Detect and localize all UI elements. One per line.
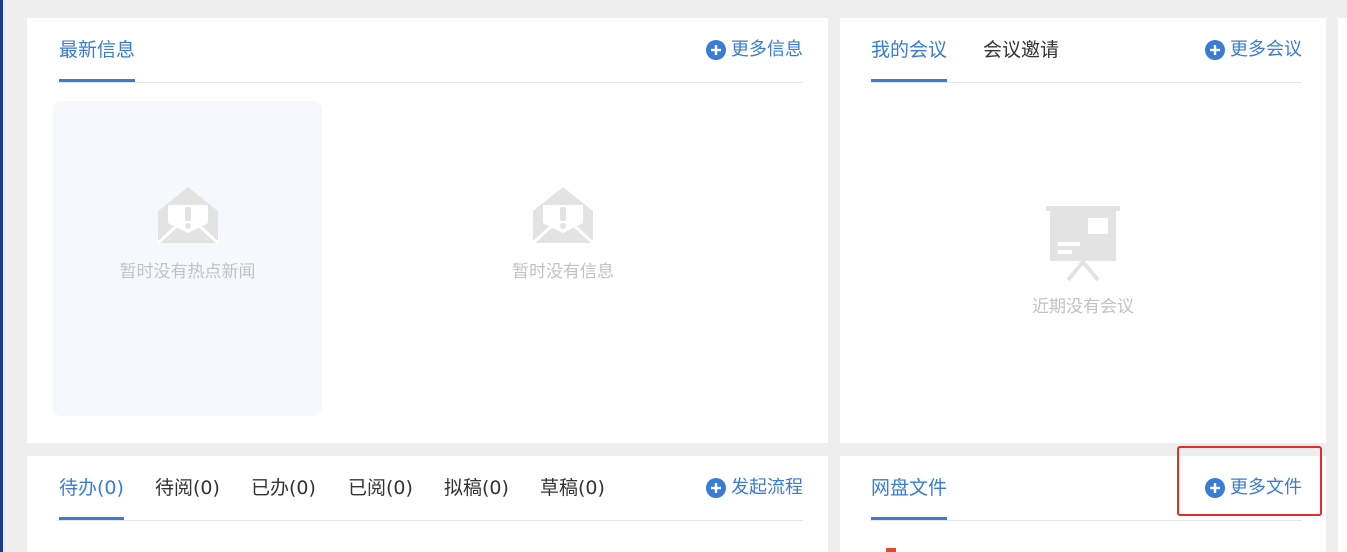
meeting-empty-state: 近期没有会议 [1010, 204, 1156, 317]
tab-todo[interactable]: 待办(0) [59, 474, 124, 520]
envelope-alert-icon [156, 187, 220, 251]
envelope-alert-icon [531, 187, 595, 251]
next-column-edge [1338, 18, 1347, 552]
plus-circle-icon [706, 40, 726, 60]
hot-news-empty-text: 暂时没有热点新闻 [119, 262, 256, 282]
window-left-border [0, 0, 3, 552]
workflow-tabs: 待办(0) 待阅(0) 已办(0) 已阅(0) 拟稿(0) 草稿(0) 发起流程 [57, 456, 803, 521]
start-workflow-label: 发起流程 [731, 477, 803, 498]
info-empty-text: 暂时没有信息 [512, 262, 614, 282]
meeting-panel: 我的会议 会议邀请 更多会议 近期没有会议 [840, 18, 1326, 443]
hot-news-area: 暂时没有热点新闻 [53, 101, 322, 416]
tab-to-read[interactable]: 待阅(0) [155, 474, 220, 520]
workflow-panel: 待办(0) 待阅(0) 已办(0) 已阅(0) 拟稿(0) 草稿(0) 发起流程 [27, 456, 828, 552]
highlight-box [1177, 446, 1322, 516]
plus-circle-icon [706, 478, 726, 498]
tab-done[interactable]: 已办(0) [251, 474, 316, 520]
more-info-link[interactable]: 更多信息 [706, 38, 803, 62]
tab-read[interactable]: 已阅(0) [348, 474, 413, 520]
tab-latest-info[interactable]: 最新信息 [59, 36, 136, 82]
more-meetings-label: 更多会议 [1230, 39, 1302, 60]
hot-news-empty-state: 暂时没有热点新闻 [53, 183, 322, 282]
tab-drafting[interactable]: 拟稿(0) [444, 474, 509, 520]
start-workflow-link[interactable]: 发起流程 [706, 476, 803, 500]
more-info-label: 更多信息 [731, 39, 803, 60]
tab-drafts[interactable]: 草稿(0) [540, 474, 605, 520]
more-meetings-link[interactable]: 更多会议 [1205, 38, 1302, 62]
meeting-empty-text: 近期没有会议 [1032, 297, 1134, 317]
info-empty-state: 暂时没有信息 [497, 183, 629, 282]
news-panel: 最新信息 更多信息 暂时没有热点新闻 暂时没有信息 [27, 18, 828, 443]
file-type-icon [886, 548, 896, 552]
tab-my-meetings[interactable]: 我的会议 [871, 36, 948, 82]
tab-meeting-invitations[interactable]: 会议邀请 [983, 36, 1059, 82]
tab-disk-files[interactable]: 网盘文件 [871, 474, 948, 520]
meeting-tabs: 我的会议 会议邀请 更多会议 [870, 18, 1302, 83]
plus-circle-icon [1205, 40, 1225, 60]
presentation-board-icon [1044, 206, 1122, 286]
news-tabs: 最新信息 更多信息 [57, 18, 803, 83]
